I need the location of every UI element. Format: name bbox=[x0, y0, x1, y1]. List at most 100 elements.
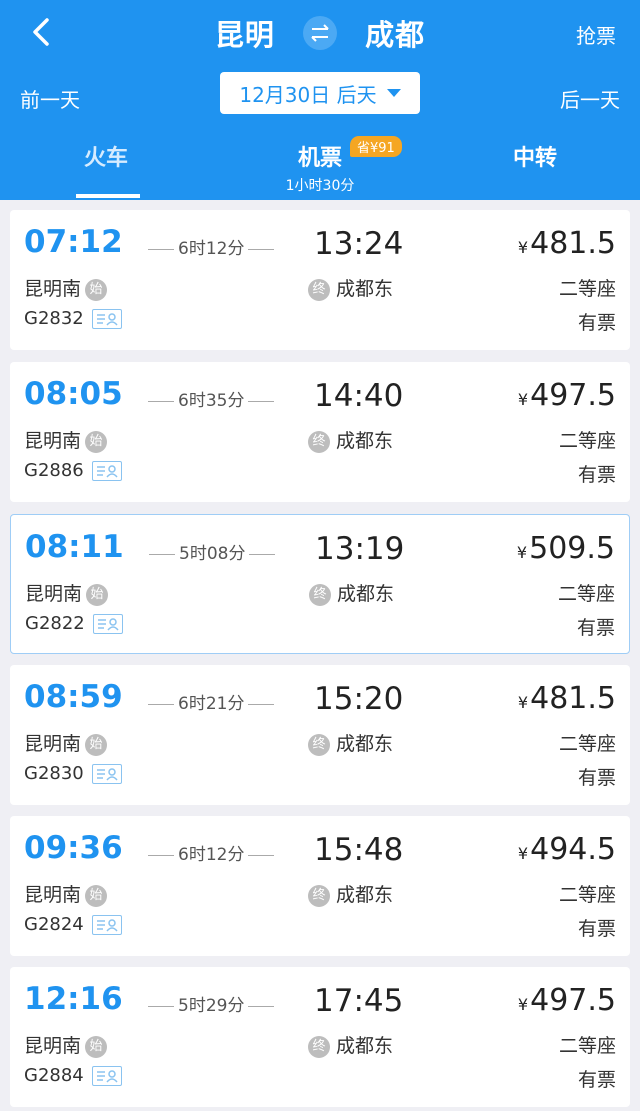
duration-text: 5时29分 bbox=[178, 996, 245, 1016]
date-selector[interactable]: 12月30日 后天 bbox=[220, 72, 420, 114]
duration-text: 5时08分 bbox=[179, 544, 246, 564]
arrival-station: 终成都东 bbox=[308, 880, 393, 907]
train-number-text: G2886 bbox=[24, 460, 84, 481]
duration-text: 6时12分 bbox=[178, 239, 245, 259]
train-card[interactable]: 07:12 6时12分 13:24 ¥481.5 昆明南始 终成都东 二等座 G2832 有票 bbox=[10, 210, 630, 350]
departure-time: 08:11 bbox=[25, 529, 124, 565]
currency-symbol: ¥ bbox=[517, 238, 529, 257]
ticket-availability: 有票 bbox=[577, 464, 616, 486]
departure-time: 12:16 bbox=[24, 981, 123, 1017]
train-card[interactable]: 08:59 6时21分 15:20 ¥481.5 昆明南始 终成都东 二等座 G2830 有票 bbox=[10, 665, 630, 805]
ticket-availability: 有票 bbox=[577, 312, 616, 334]
arrival-station-name: 成都东 bbox=[336, 1035, 394, 1057]
start-station-icon: 始 bbox=[85, 430, 108, 453]
arrival-time: 17:45 bbox=[314, 983, 404, 1019]
arrival-time: 13:24 bbox=[314, 226, 404, 262]
ticket-availability: 有票 bbox=[577, 767, 616, 789]
train-card[interactable]: 09:36 6时12分 15:48 ¥494.5 昆明南始 终成都东 二等座 G2824 有票 bbox=[10, 816, 630, 956]
id-card-icon bbox=[92, 614, 123, 634]
travel-duration: 5时08分 bbox=[145, 539, 279, 564]
duration-text: 6时35分 bbox=[178, 391, 245, 411]
duration-text: 6时21分 bbox=[178, 694, 245, 714]
seat-class: 二等座 bbox=[558, 430, 616, 452]
ticket-price: ¥497.5 bbox=[518, 983, 616, 1018]
start-station-icon: 始 bbox=[85, 278, 108, 301]
train-number-text: G2822 bbox=[25, 613, 85, 634]
ticket-price: ¥497.5 bbox=[518, 378, 616, 413]
price-value: 481.5 bbox=[530, 681, 616, 716]
seat-class: 二等座 bbox=[558, 278, 616, 300]
route-title: 昆明 成都 bbox=[0, 12, 640, 54]
departure-station: 昆明南始 bbox=[24, 1031, 108, 1058]
arrival-time: 15:20 bbox=[314, 681, 404, 717]
prev-day-button[interactable]: 前一天 bbox=[20, 84, 80, 113]
end-station-icon: 终 bbox=[308, 733, 330, 756]
travel-duration: 5时29分 bbox=[144, 991, 278, 1016]
departure-station: 昆明南始 bbox=[24, 426, 108, 453]
departure-station-name: 昆明南 bbox=[25, 583, 83, 605]
tab-train[interactable]: 火车 bbox=[76, 140, 136, 172]
ticket-availability: 有票 bbox=[577, 1069, 616, 1091]
ticket-price: ¥481.5 bbox=[518, 226, 616, 261]
start-station-icon: 始 bbox=[85, 1035, 108, 1058]
active-tab-indicator bbox=[76, 194, 140, 198]
date-label: 12月30日 后天 bbox=[239, 82, 377, 107]
currency-symbol: ¥ bbox=[517, 844, 529, 863]
departure-station-name: 昆明南 bbox=[24, 278, 82, 300]
to-city[interactable]: 成都 bbox=[365, 12, 425, 54]
currency-symbol: ¥ bbox=[517, 995, 529, 1014]
dropdown-caret-icon bbox=[386, 89, 401, 97]
price-value: 497.5 bbox=[530, 378, 616, 413]
departure-station: 昆明南始 bbox=[25, 579, 109, 606]
tab-flight[interactable]: 机票 1小时30分 bbox=[280, 140, 360, 195]
train-number: G2886 bbox=[24, 460, 122, 481]
arrival-station-name: 成都东 bbox=[336, 733, 394, 755]
arrival-time: 13:19 bbox=[315, 531, 405, 567]
next-day-button[interactable]: 后一天 bbox=[560, 84, 620, 113]
grab-ticket-button[interactable]: 抢票 bbox=[576, 20, 616, 49]
price-value: 481.5 bbox=[530, 226, 616, 261]
departure-station: 昆明南始 bbox=[24, 729, 108, 756]
currency-symbol: ¥ bbox=[516, 543, 528, 562]
departure-station-name: 昆明南 bbox=[24, 884, 82, 906]
id-card-icon bbox=[91, 915, 122, 935]
ticket-availability: 有票 bbox=[577, 918, 616, 940]
arrival-time: 15:48 bbox=[314, 832, 404, 868]
departure-time: 08:59 bbox=[24, 679, 123, 715]
from-city[interactable]: 昆明 bbox=[215, 12, 275, 54]
train-number: G2822 bbox=[25, 613, 123, 634]
travel-duration: 6时12分 bbox=[144, 234, 278, 259]
arrival-station: 终成都东 bbox=[308, 426, 393, 453]
id-card-icon bbox=[91, 1066, 122, 1086]
ticket-price: ¥509.5 bbox=[517, 531, 615, 566]
arrival-station: 终成都东 bbox=[309, 579, 394, 606]
seat-class: 二等座 bbox=[558, 884, 616, 906]
train-number: G2832 bbox=[24, 308, 122, 329]
end-station-icon: 终 bbox=[308, 884, 330, 907]
price-value: 509.5 bbox=[529, 531, 615, 566]
train-number: G2884 bbox=[24, 1065, 122, 1086]
ticket-price: ¥481.5 bbox=[518, 681, 616, 716]
arrival-station-name: 成都东 bbox=[336, 278, 394, 300]
arrival-station-name: 成都东 bbox=[336, 430, 394, 452]
tab-transfer[interactable]: 中转 bbox=[505, 140, 565, 172]
savings-badge: 省¥91 bbox=[350, 136, 402, 157]
train-card[interactable]: 08:05 6时35分 14:40 ¥497.5 昆明南始 终成都东 二等座 G2886 有票 bbox=[10, 362, 630, 502]
ticket-availability: 有票 bbox=[576, 617, 615, 639]
price-value: 494.5 bbox=[530, 832, 616, 867]
swap-icon[interactable] bbox=[303, 16, 337, 50]
arrival-station-name: 成都东 bbox=[336, 884, 394, 906]
end-station-icon: 终 bbox=[308, 278, 330, 301]
end-station-icon: 终 bbox=[308, 1035, 330, 1058]
train-card[interactable]: 08:11 5时08分 13:19 ¥509.5 昆明南始 终成都东 二等座 G2822 有票 bbox=[10, 514, 630, 654]
departure-station: 昆明南始 bbox=[24, 274, 108, 301]
arrival-station: 终成都东 bbox=[308, 1031, 393, 1058]
train-number-text: G2824 bbox=[24, 914, 84, 935]
tab-flight-duration: 1小时30分 bbox=[285, 178, 355, 194]
arrival-station: 终成都东 bbox=[308, 274, 393, 301]
train-card[interactable]: 12:16 5时29分 17:45 ¥497.5 昆明南始 终成都东 二等座 G2884 有票 bbox=[10, 967, 630, 1107]
ticket-price: ¥494.5 bbox=[518, 832, 616, 867]
end-station-icon: 终 bbox=[309, 583, 331, 606]
arrival-station: 终成都东 bbox=[308, 729, 393, 756]
departure-time: 08:05 bbox=[24, 376, 123, 412]
